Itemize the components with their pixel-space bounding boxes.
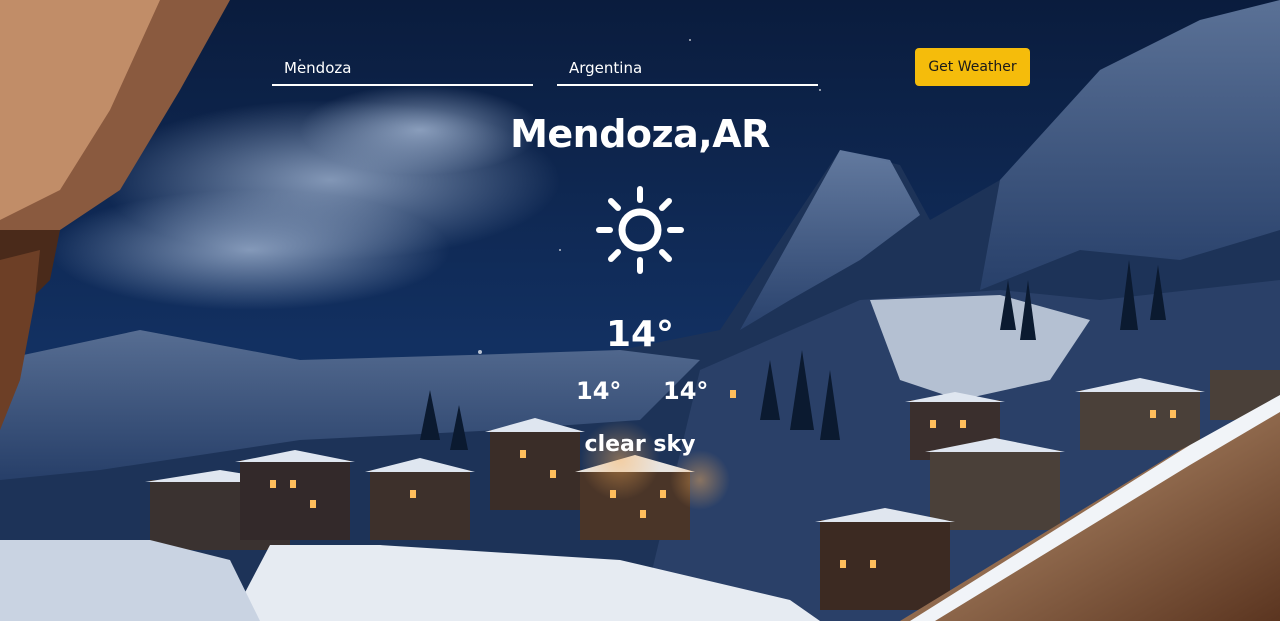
current-temperature: 14°: [605, 314, 675, 355]
search-bar: Get Weather: [0, 48, 1280, 88]
location-title: Mendoza,AR: [510, 112, 770, 156]
get-weather-button[interactable]: Get Weather: [915, 48, 1030, 86]
min-temperature: 14°: [576, 377, 622, 405]
weather-description: clear sky: [584, 432, 696, 457]
country-input[interactable]: [557, 52, 818, 86]
max-temperature: 14°: [663, 377, 709, 405]
background-scene: [0, 0, 1280, 621]
city-input[interactable]: [272, 52, 533, 86]
sun-icon: [595, 185, 685, 275]
